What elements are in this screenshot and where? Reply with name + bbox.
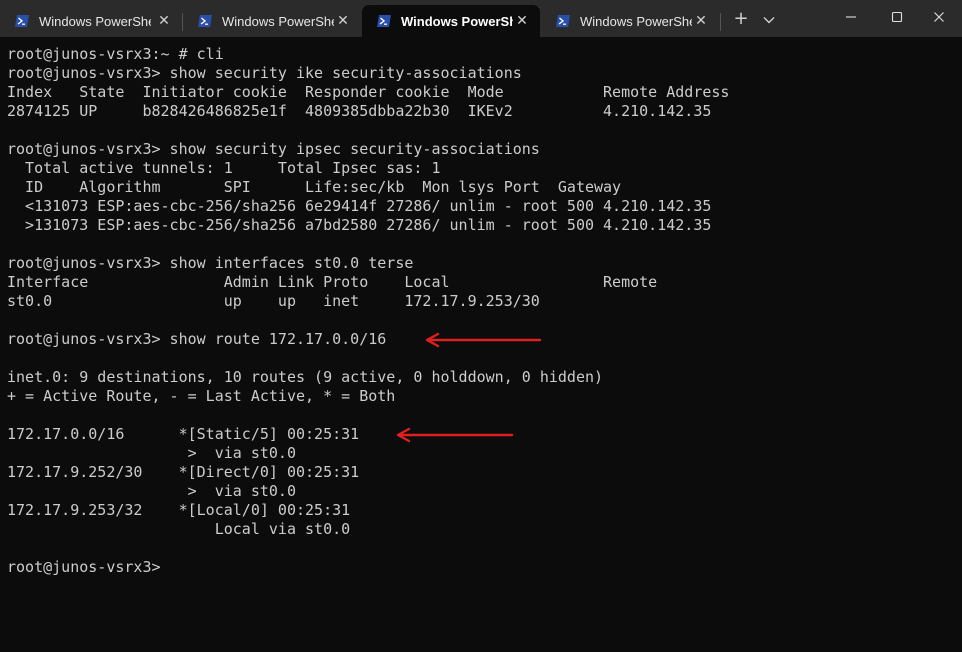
terminal-line: Index State Initiator cookie Responder c… <box>7 83 730 101</box>
terminal-line: root@junos-vsrx3> show security ike secu… <box>7 64 522 82</box>
terminal-output[interactable]: root@junos-vsrx3:~ # cli root@junos-vsrx3… <box>7 45 729 577</box>
terminal-line: 172.17.9.252/30 *[Direct/0] 00:25:31 <box>7 463 360 481</box>
close-icon[interactable]: ✕ <box>335 13 351 29</box>
tab-4[interactable]: Windows PowerShell ✕ <box>541 5 719 37</box>
terminal-line: st0.0 up up inet 172.17.9.253/30 <box>7 292 540 310</box>
plus-icon[interactable]: + <box>730 8 752 30</box>
minimize-icon[interactable] <box>828 0 874 34</box>
terminal-line: <131073 ESP:aes-cbc-256/sha256 6e29414f … <box>7 197 712 215</box>
tab-3-active[interactable]: Windows PowerShell ✕ <box>362 5 540 37</box>
close-icon[interactable]: ✕ <box>514 13 530 29</box>
terminal-line: root@junos-vsrx3> show route 172.17.0.0/… <box>7 330 387 348</box>
tab-1[interactable]: Windows PowerShell ✕ <box>0 5 182 37</box>
powershell-icon <box>15 15 29 27</box>
chevron-down-icon[interactable] <box>758 8 780 30</box>
tab-title: Windows PowerShell <box>222 13 334 29</box>
terminal-line: inet.0: 9 destinations, 10 routes (9 act… <box>7 368 604 386</box>
terminal-line: ID Algorithm SPI Life:sec/kb Mon lsys Po… <box>7 178 622 196</box>
terminal-line: Interface Admin Link Proto Local Remote <box>7 273 658 291</box>
terminal-line: root@junos-vsrx3> <box>7 558 161 576</box>
powershell-icon <box>198 15 212 27</box>
terminal-line: Local via st0.0 <box>7 520 351 538</box>
terminal-line: + = Active Route, - = Last Active, * = B… <box>7 387 396 405</box>
terminal-line: 172.17.0.0/16 *[Static/5] 00:25:31 <box>7 425 360 443</box>
terminal-line: root@junos-vsrx3> show interfaces st0.0 … <box>7 254 414 272</box>
terminal-line: > via st0.0 <box>7 444 296 462</box>
terminal-line: 2874125 UP b828426486825e1f 4809385dbba2… <box>7 102 712 120</box>
terminal-line: root@junos-vsrx3> show security ipsec se… <box>7 140 540 158</box>
tab-title: Windows PowerShell <box>39 13 151 29</box>
close-icon[interactable] <box>916 0 962 34</box>
close-icon[interactable]: ✕ <box>693 13 709 29</box>
maximize-icon[interactable] <box>874 0 920 34</box>
tab-divider <box>720 13 721 31</box>
close-icon[interactable]: ✕ <box>156 13 172 29</box>
powershell-icon <box>556 15 570 27</box>
tab-title: Windows PowerShell <box>580 13 692 29</box>
terminal-line: root@junos-vsrx3:~ # cli <box>7 45 224 63</box>
tab-2[interactable]: Windows PowerShell ✕ <box>183 5 361 37</box>
title-bar: Windows PowerShell ✕ Windows PowerShell … <box>0 0 962 37</box>
tab-title: Windows PowerShell <box>401 13 513 29</box>
red-arrow-icon <box>425 332 542 348</box>
terminal-line: Total active tunnels: 1 Total Ipsec sas:… <box>7 159 441 177</box>
powershell-icon <box>377 15 391 27</box>
terminal-line: >131073 ESP:aes-cbc-256/sha256 a7bd2580 … <box>7 216 712 234</box>
terminal-line: > via st0.0 <box>7 482 296 500</box>
red-arrow-icon <box>396 427 514 443</box>
terminal-line: 172.17.9.253/32 *[Local/0] 00:25:31 <box>7 501 351 519</box>
